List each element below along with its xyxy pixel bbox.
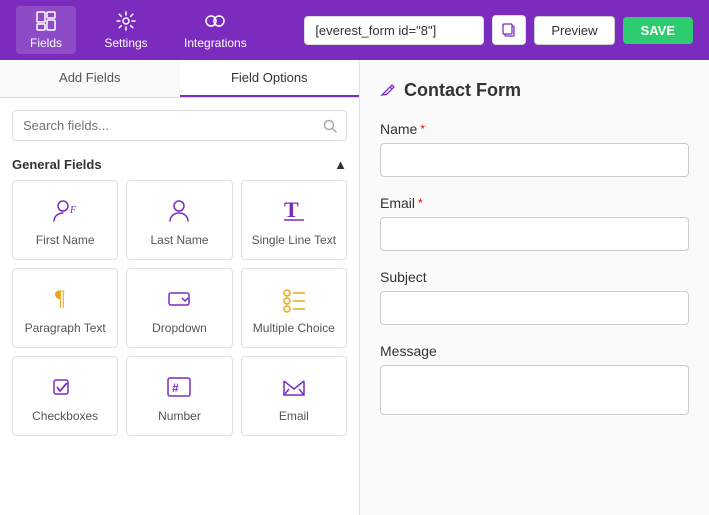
field-card-dropdown[interactable]: Dropdown: [126, 268, 232, 348]
paragraph-icon: ¶: [50, 285, 80, 313]
message-textarea[interactable]: [380, 365, 689, 415]
name-required-star: *: [420, 122, 425, 136]
svg-text:T: T: [284, 197, 299, 222]
subject-label: Subject: [380, 269, 689, 285]
form-field-subject: Subject: [380, 269, 689, 325]
fields-grid: F First Name Last Name: [0, 180, 359, 448]
shortcode-input[interactable]: [304, 16, 484, 45]
svg-text:#: #: [172, 381, 179, 395]
shortcode-area: Preview SAVE: [304, 15, 693, 45]
svg-text:¶: ¶: [55, 285, 65, 310]
email-label: Email *: [380, 195, 689, 211]
field-card-multiple-choice[interactable]: Multiple Choice: [241, 268, 347, 348]
tabs: Add Fields Field Options: [0, 60, 359, 98]
dropdown-icon: [164, 285, 194, 313]
field-card-last-name[interactable]: Last Name: [126, 180, 232, 260]
form-field-message: Message: [380, 343, 689, 420]
svg-text:F: F: [69, 205, 77, 216]
search-area: [0, 98, 359, 153]
preview-button[interactable]: Preview: [534, 16, 614, 45]
field-label-first-name: First Name: [36, 233, 95, 247]
form-field-email: Email *: [380, 195, 689, 251]
copy-shortcode-button[interactable]: [492, 15, 526, 45]
subject-input[interactable]: [380, 291, 689, 325]
field-card-single-line[interactable]: T Single Line Text: [241, 180, 347, 260]
field-card-email[interactable]: Email: [241, 356, 347, 436]
fields-icon: [35, 10, 57, 32]
field-label-email: Email: [279, 409, 309, 423]
edit-icon: [380, 83, 396, 99]
message-label: Message: [380, 343, 689, 359]
main-layout: Add Fields Field Options General Fields …: [0, 60, 709, 515]
number-icon: #: [164, 373, 194, 401]
section-title: General Fields: [12, 157, 102, 172]
field-card-first-name[interactable]: F First Name: [12, 180, 118, 260]
nav-integrations-label: Integrations: [184, 36, 247, 50]
integrations-icon: [204, 10, 226, 32]
search-input[interactable]: [12, 110, 347, 141]
tab-field-options[interactable]: Field Options: [180, 60, 360, 97]
field-card-number[interactable]: # Number: [126, 356, 232, 436]
form-title: Contact Form: [404, 80, 521, 101]
field-label-number: Number: [158, 409, 201, 423]
search-icon: [323, 119, 337, 133]
left-panel: Add Fields Field Options General Fields …: [0, 60, 360, 515]
first-name-icon: F: [50, 197, 80, 225]
email-input[interactable]: [380, 217, 689, 251]
right-panel: Contact Form Name * Email * Subject: [360, 60, 709, 515]
field-label-single-line: Single Line Text: [252, 233, 337, 247]
name-input[interactable]: [380, 143, 689, 177]
collapse-icon[interactable]: ▲: [334, 157, 347, 172]
form-field-name: Name *: [380, 121, 689, 177]
nav-item-fields[interactable]: Fields: [16, 6, 76, 54]
field-label-paragraph: Paragraph Text: [25, 321, 106, 335]
nav-fields-label: Fields: [30, 36, 62, 50]
single-line-icon: T: [279, 197, 309, 225]
nav-settings-label: Settings: [104, 36, 147, 50]
field-label-dropdown: Dropdown: [152, 321, 207, 335]
email-icon: [279, 373, 309, 401]
field-label-last-name: Last Name: [150, 233, 208, 247]
field-card-checkboxes[interactable]: Checkboxes: [12, 356, 118, 436]
field-label-multiple-choice: Multiple Choice: [253, 321, 335, 335]
form-title-row: Contact Form: [380, 80, 689, 101]
nav-item-settings[interactable]: Settings: [96, 6, 156, 54]
settings-icon: [115, 10, 137, 32]
field-card-paragraph[interactable]: ¶ Paragraph Text: [12, 268, 118, 348]
last-name-icon: [164, 197, 194, 225]
nav-item-integrations[interactable]: Integrations: [176, 6, 255, 54]
checkboxes-icon: [50, 373, 80, 401]
tab-add-fields[interactable]: Add Fields: [0, 60, 180, 97]
section-header: General Fields ▲: [0, 153, 359, 180]
name-label: Name *: [380, 121, 689, 137]
email-required-star: *: [418, 196, 423, 210]
multiple-choice-icon: [279, 285, 309, 313]
top-nav: Fields Settings Integrations Preview: [0, 0, 709, 60]
save-button[interactable]: SAVE: [623, 17, 693, 44]
field-label-checkboxes: Checkboxes: [32, 409, 98, 423]
